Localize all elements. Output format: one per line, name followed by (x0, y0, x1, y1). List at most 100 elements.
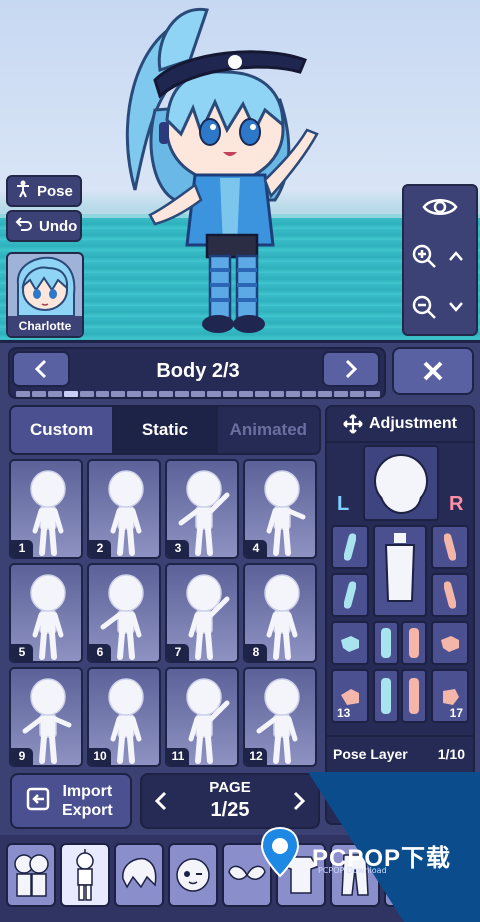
watermark-subtext: PCPOP Download (318, 866, 387, 875)
limb-icon (381, 678, 391, 714)
pose-thumbnail[interactable]: 7 (165, 563, 239, 663)
adjust-left-upper-arm[interactable] (331, 525, 369, 569)
import-export-button[interactable]: Import Export (10, 773, 132, 829)
adjust-head-button[interactable] (363, 445, 439, 521)
export-label: Export (62, 802, 113, 819)
close-icon (423, 361, 443, 381)
page-value: 1/25 (210, 799, 250, 821)
next-category-button[interactable] (322, 351, 380, 387)
pose-thumbnail[interactable]: 5 (9, 563, 83, 663)
pose-thumbnail[interactable]: 12 (243, 667, 317, 767)
progress-segment (365, 391, 380, 397)
pose-layer-value: 1/10 (437, 746, 465, 762)
adjustment-header: Adjustment (327, 407, 473, 443)
adjust-right-upper-arm[interactable] (431, 525, 469, 569)
pose-number: 9 (11, 748, 33, 765)
part-number-17: 17 (449, 706, 463, 720)
right-side-label: R (449, 493, 464, 515)
tab-animated[interactable]: Animated (217, 407, 319, 453)
adjust-torso[interactable] (373, 525, 427, 617)
hand-icon (341, 636, 359, 652)
category-characters[interactable] (6, 843, 56, 907)
move-arrows-icon (343, 414, 363, 434)
zoom-out-icon (412, 295, 436, 319)
progress-segment (111, 391, 126, 397)
progress-segment (222, 391, 237, 397)
category-hair[interactable] (114, 843, 164, 907)
adjust-left-forearm[interactable] (331, 573, 369, 617)
pose-icon (15, 180, 31, 202)
limb-icon (344, 533, 356, 561)
hair-icon (122, 857, 157, 889)
adjust-right-hand[interactable] (431, 621, 469, 665)
pose-number: 8 (245, 644, 267, 661)
progress-segment (286, 391, 301, 397)
torso-icon (384, 533, 416, 602)
move-up-button[interactable] (440, 230, 472, 281)
pose-thumbnail[interactable]: 11 (165, 667, 239, 767)
pose-number: 2 (89, 540, 111, 557)
zoom-out-button[interactable] (408, 281, 440, 332)
adjustment-panel: Adjustment L R 13 17 Pose Layer 1/10 (325, 405, 475, 825)
chevron-right-icon (345, 359, 358, 379)
chevron-up-icon (449, 250, 463, 261)
prev-category-button[interactable] (12, 351, 70, 387)
pose-thumbnail[interactable]: 10 (87, 667, 161, 767)
undo-label: Undo (39, 217, 78, 235)
progress-segment (238, 391, 253, 397)
chevron-left-icon (154, 791, 167, 811)
pose-number: 7 (167, 644, 189, 661)
progress-segment (350, 391, 364, 397)
pose-number: 5 (11, 644, 33, 661)
game-scene: Pose Undo Charlotte (0, 0, 480, 345)
body-pose-icon (76, 849, 94, 901)
adjust-right-thigh[interactable] (401, 621, 427, 665)
pose-number: 4 (245, 540, 267, 557)
pose-thumbnail[interactable]: 6 (87, 563, 161, 663)
pose-layer-label: Pose Layer (333, 746, 408, 762)
pose-thumbnail[interactable]: 1 (9, 459, 83, 559)
pose-layer-selector[interactable]: Pose Layer 1/10 (327, 735, 473, 771)
progress-segment (127, 391, 142, 397)
chevron-left-icon (34, 359, 47, 379)
category-face[interactable] (168, 843, 218, 907)
zoom-in-button[interactable] (408, 230, 440, 281)
head-part-icon (374, 454, 428, 515)
undo-button[interactable]: Undo (6, 210, 82, 242)
tab-custom[interactable]: Custom (11, 407, 115, 453)
limb-icon (381, 628, 391, 658)
part-number-13: 13 (337, 706, 351, 720)
progress-segment (63, 391, 78, 397)
pose-thumbnail[interactable]: 4 (243, 459, 317, 559)
import-export-icon (26, 787, 50, 816)
progress-segment (302, 391, 317, 397)
adjust-right-forearm[interactable] (431, 573, 469, 617)
character-figure[interactable] (115, 0, 340, 345)
limb-icon (444, 533, 456, 561)
pose-number: 11 (167, 748, 189, 765)
character-portrait-button[interactable]: Charlotte (6, 252, 84, 338)
pose-thumbnail[interactable]: 3 (165, 459, 239, 559)
pose-thumbnail[interactable]: 8 (243, 563, 317, 663)
tab-static[interactable]: Static (114, 407, 218, 453)
characters-icon (14, 854, 49, 897)
category-pose[interactable] (60, 843, 110, 907)
progress-segment (190, 391, 205, 397)
close-button[interactable] (392, 347, 474, 395)
pose-thumbnail[interactable]: 9 (9, 667, 83, 767)
pose-thumbnail[interactable]: 2 (87, 459, 161, 559)
progress-segment (95, 391, 110, 397)
adjust-left-hand-pose[interactable]: 13 (331, 669, 369, 723)
adjust-right-shin[interactable] (401, 669, 427, 723)
character-avatar (16, 256, 76, 317)
adjust-left-thigh[interactable] (373, 621, 399, 665)
toggle-ui-button[interactable] (404, 188, 476, 226)
pose-button[interactable]: Pose (6, 175, 82, 207)
adjust-left-shin[interactable] (373, 669, 399, 723)
character-name: Charlotte (8, 316, 82, 336)
move-down-button[interactable] (440, 281, 472, 332)
limb-icon (409, 678, 419, 714)
import-label: Import (62, 783, 113, 800)
adjust-left-hand[interactable] (331, 621, 369, 665)
adjust-right-hand-pose[interactable]: 17 (431, 669, 469, 723)
